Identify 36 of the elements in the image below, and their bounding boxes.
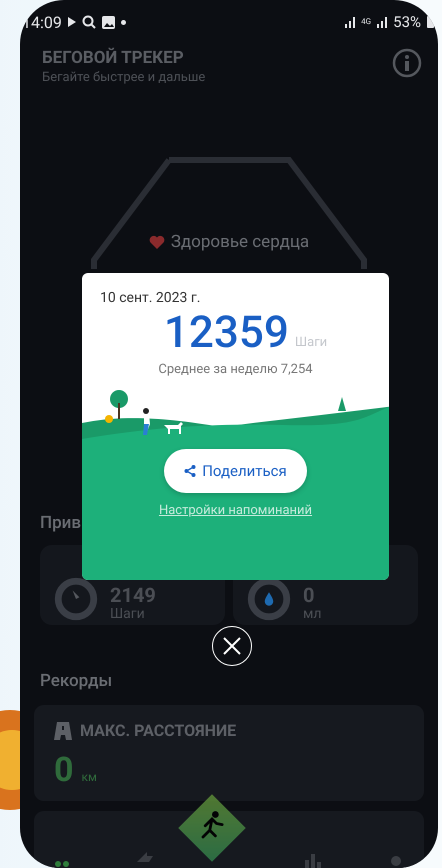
signal-icon: [345, 16, 356, 28]
network-type: 4G: [361, 18, 372, 26]
bar-chart-icon: [304, 852, 322, 868]
battery-percent: 53%: [393, 13, 421, 31]
steps-unit: Шаги: [294, 335, 328, 350]
app-subtitle: Бегайте быстрее и дальше: [42, 70, 206, 85]
dots-icon: [54, 860, 69, 868]
heart-icon: [148, 235, 165, 249]
play-icon: [68, 17, 76, 27]
info-icon[interactable]: [392, 48, 422, 78]
record-value: 0: [54, 750, 74, 790]
run-button[interactable]: [176, 792, 248, 864]
record-unit: км: [82, 770, 97, 784]
dot-icon: [120, 20, 126, 24]
dialog-date: 10 сент. 2023 г.: [99, 289, 202, 306]
share-button[interactable]: Поделиться: [164, 449, 307, 493]
signal-icon: [377, 16, 388, 28]
ring-icon: [54, 577, 98, 621]
section-title: Рекорды: [39, 671, 114, 691]
close-icon: [223, 637, 241, 655]
record-label: МАКС. РАССТОЯНИЕ: [80, 721, 236, 740]
image-icon: [102, 16, 115, 28]
battery-icon: [427, 16, 434, 28]
reminder-settings-link[interactable]: Настройки напоминаний: [158, 503, 312, 518]
record-card[interactable]: [34, 811, 424, 868]
road-icon: [54, 722, 72, 740]
share-icon: [184, 465, 196, 477]
section-title: Прив: [39, 513, 82, 533]
close-button[interactable]: [212, 626, 252, 666]
heart-health-label: Здоровье сердца: [170, 232, 310, 252]
search-icon: [82, 15, 96, 29]
weekly-average: Среднее за неделю 7,254: [157, 362, 314, 377]
record-card[interactable]: МАКС. РАССТОЯНИЕ 0 км: [34, 705, 424, 801]
app-title: БЕГОВОЙ ТРЕКЕР: [42, 48, 185, 68]
steps-count: 12359: [164, 310, 289, 354]
water-ring-icon: [247, 577, 291, 621]
